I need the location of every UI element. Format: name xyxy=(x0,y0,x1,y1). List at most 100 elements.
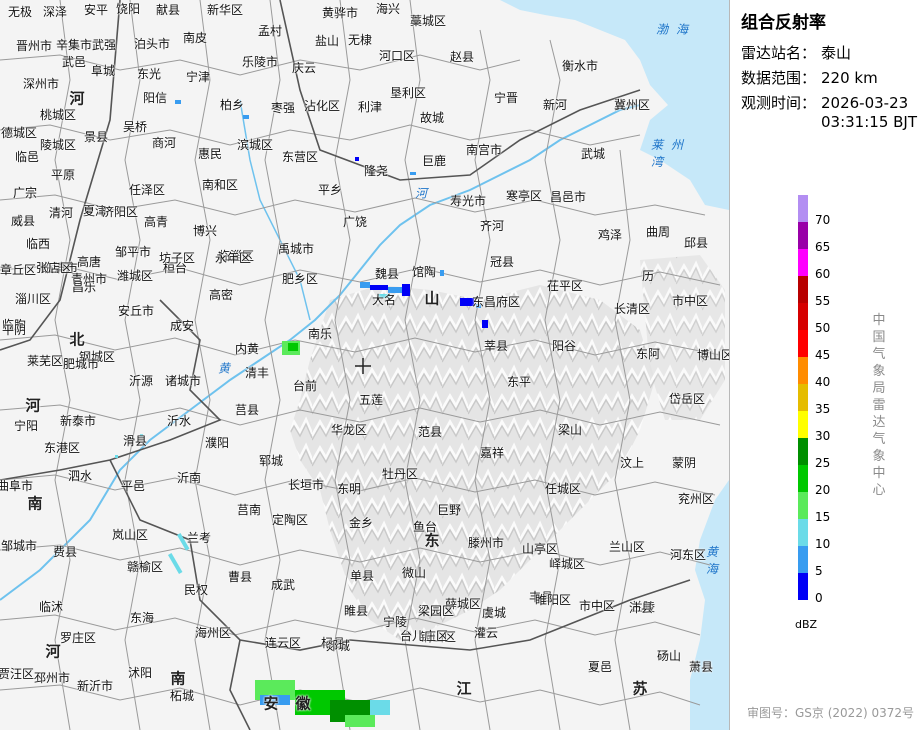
legend-tick: 15 xyxy=(815,510,831,524)
place-label: 广宗 xyxy=(12,186,38,200)
place-label: 安平 xyxy=(83,3,109,17)
province-label: 东 xyxy=(424,531,440,550)
place-label: 寒亭区 xyxy=(505,189,543,203)
station-row: 雷达站名： 泰山 xyxy=(741,42,851,63)
place-label: 博兴 xyxy=(192,224,218,238)
place-label: 单县 xyxy=(349,569,375,583)
place-label: 海兴 xyxy=(375,2,401,16)
place-label: 阳信 xyxy=(142,91,168,105)
place-label: 潍城区 xyxy=(116,269,154,283)
legend-tick: 35 xyxy=(815,402,831,416)
place-label: 赵县 xyxy=(449,50,475,64)
place-label: 睢县 xyxy=(343,604,369,618)
place-label: 平乡 xyxy=(317,183,343,197)
place-label: 贾汪区 xyxy=(0,667,35,681)
place-label: 连云区 xyxy=(264,636,302,650)
info-panel: 组合反射率 雷达站名： 泰山 数据范围： 220 km 观测时间： 2026-03-2… xyxy=(730,0,920,730)
place-label: 垦利区 xyxy=(389,86,427,100)
place-label: 东平 xyxy=(506,375,532,389)
legend-tick: 55 xyxy=(815,294,831,308)
place-label: 新华区 xyxy=(206,3,244,17)
place-label: 柏乡 xyxy=(219,98,245,112)
place-label: 黄骅市 xyxy=(321,6,359,20)
place-label: 巨鹿 xyxy=(421,154,447,168)
place-label: 东昌府区 xyxy=(471,295,521,309)
water-label: 黄 xyxy=(217,361,239,376)
place-label: 莱芜区 xyxy=(26,354,64,368)
place-label: 故城 xyxy=(419,111,445,125)
product-title: 组合反射率 xyxy=(741,13,826,33)
place-label: 东营区 xyxy=(281,150,319,164)
range-row: 数据范围： 220 km xyxy=(741,67,878,88)
place-label: 博山区 xyxy=(696,348,730,362)
place-label: 邳州市 xyxy=(33,671,71,685)
place-label: 长垣市 xyxy=(287,478,325,492)
province-label: 苏 xyxy=(632,679,648,698)
place-label: 睢阳区 xyxy=(534,593,572,607)
place-label: 无棣 xyxy=(347,33,373,47)
legend-swatch xyxy=(798,222,808,249)
place-label: 茌平区 xyxy=(546,279,584,293)
place-label: 饶阳 xyxy=(115,2,141,16)
place-label: 金乡 xyxy=(348,516,374,530)
place-label: 德城区 xyxy=(0,126,38,140)
legend-tick: 45 xyxy=(815,348,831,362)
place-label: 枣强 xyxy=(270,101,296,115)
place-label: 清河 xyxy=(48,206,74,220)
water-label: 莱州湾 xyxy=(651,138,692,169)
place-label: 任城区 xyxy=(544,482,582,496)
place-label: 莒县 xyxy=(234,403,260,417)
legend-swatch xyxy=(798,357,808,384)
place-label: 海州区 xyxy=(194,626,232,640)
legend-tick: 40 xyxy=(815,375,831,389)
place-label: 华龙区 xyxy=(330,423,368,437)
place-label: 高青 xyxy=(143,215,169,229)
place-label: 梁园区 xyxy=(417,604,455,618)
place-label: 历 xyxy=(641,269,655,283)
place-label: 任泽区 xyxy=(128,183,166,197)
time-row: 观测时间： 2026-03-23 xyxy=(741,92,908,113)
place-label: 新沂市 xyxy=(76,679,114,693)
province-label: 河 xyxy=(69,89,85,108)
place-label: 藁城区 xyxy=(409,14,447,28)
place-label: 南乐 xyxy=(307,327,333,341)
place-label: 成安 xyxy=(169,319,195,333)
place-label: 兖州区 xyxy=(677,492,715,506)
place-label: 定陶区 xyxy=(271,513,309,527)
place-label: 东海 xyxy=(129,611,155,625)
canal xyxy=(239,99,311,321)
legend-tick: 10 xyxy=(815,537,831,551)
legend-swatch xyxy=(798,411,808,438)
place-label: 昌邑市 xyxy=(549,190,587,204)
place-label: 禹城市 xyxy=(277,242,315,256)
time-date: 2026-03-23 xyxy=(821,94,909,112)
legend-swatch xyxy=(798,546,808,573)
place-label: 东光 xyxy=(136,67,162,81)
place-label: 河口区 xyxy=(378,49,416,63)
legend-tick: 70 xyxy=(815,213,831,227)
legend-swatch xyxy=(798,438,808,465)
place-label: 曹县 xyxy=(227,570,253,584)
place-label: 夏邑 xyxy=(587,660,613,674)
place-label: 无极 xyxy=(7,5,33,19)
legend-tick: 50 xyxy=(815,321,831,335)
place-label: 沛县 xyxy=(628,601,654,615)
place-label: 台儿庄区 xyxy=(399,629,449,643)
place-label: 武邑 xyxy=(61,55,87,69)
place-label: 临邑 xyxy=(14,150,40,164)
radar-map[interactable]: 无极 深泽 安平 饶阳 献县 新华区 黄骅市 海兴 藁城区 晋州市 辛集市 武强 泊头市 南皮 孟村 盐山 无棣… xyxy=(0,0,730,730)
place-label: 砀山 xyxy=(656,649,682,663)
place-label: 罗庄区 xyxy=(59,631,97,645)
place-label: 山亭区 xyxy=(521,542,559,556)
place-label: 费县 xyxy=(52,545,78,559)
province-label: 南 xyxy=(170,669,186,688)
legend-tick: 0 xyxy=(815,591,823,605)
place-label: 嘉祥 xyxy=(479,446,505,460)
legend-swatch xyxy=(798,465,808,492)
range-value: 220 km xyxy=(821,69,878,87)
legend-tick: 65 xyxy=(815,240,831,254)
place-label: 微山 xyxy=(401,566,427,580)
place-label: 孟村 xyxy=(257,24,283,38)
legend-tick: 20 xyxy=(815,483,831,497)
legend-swatch xyxy=(798,573,808,600)
